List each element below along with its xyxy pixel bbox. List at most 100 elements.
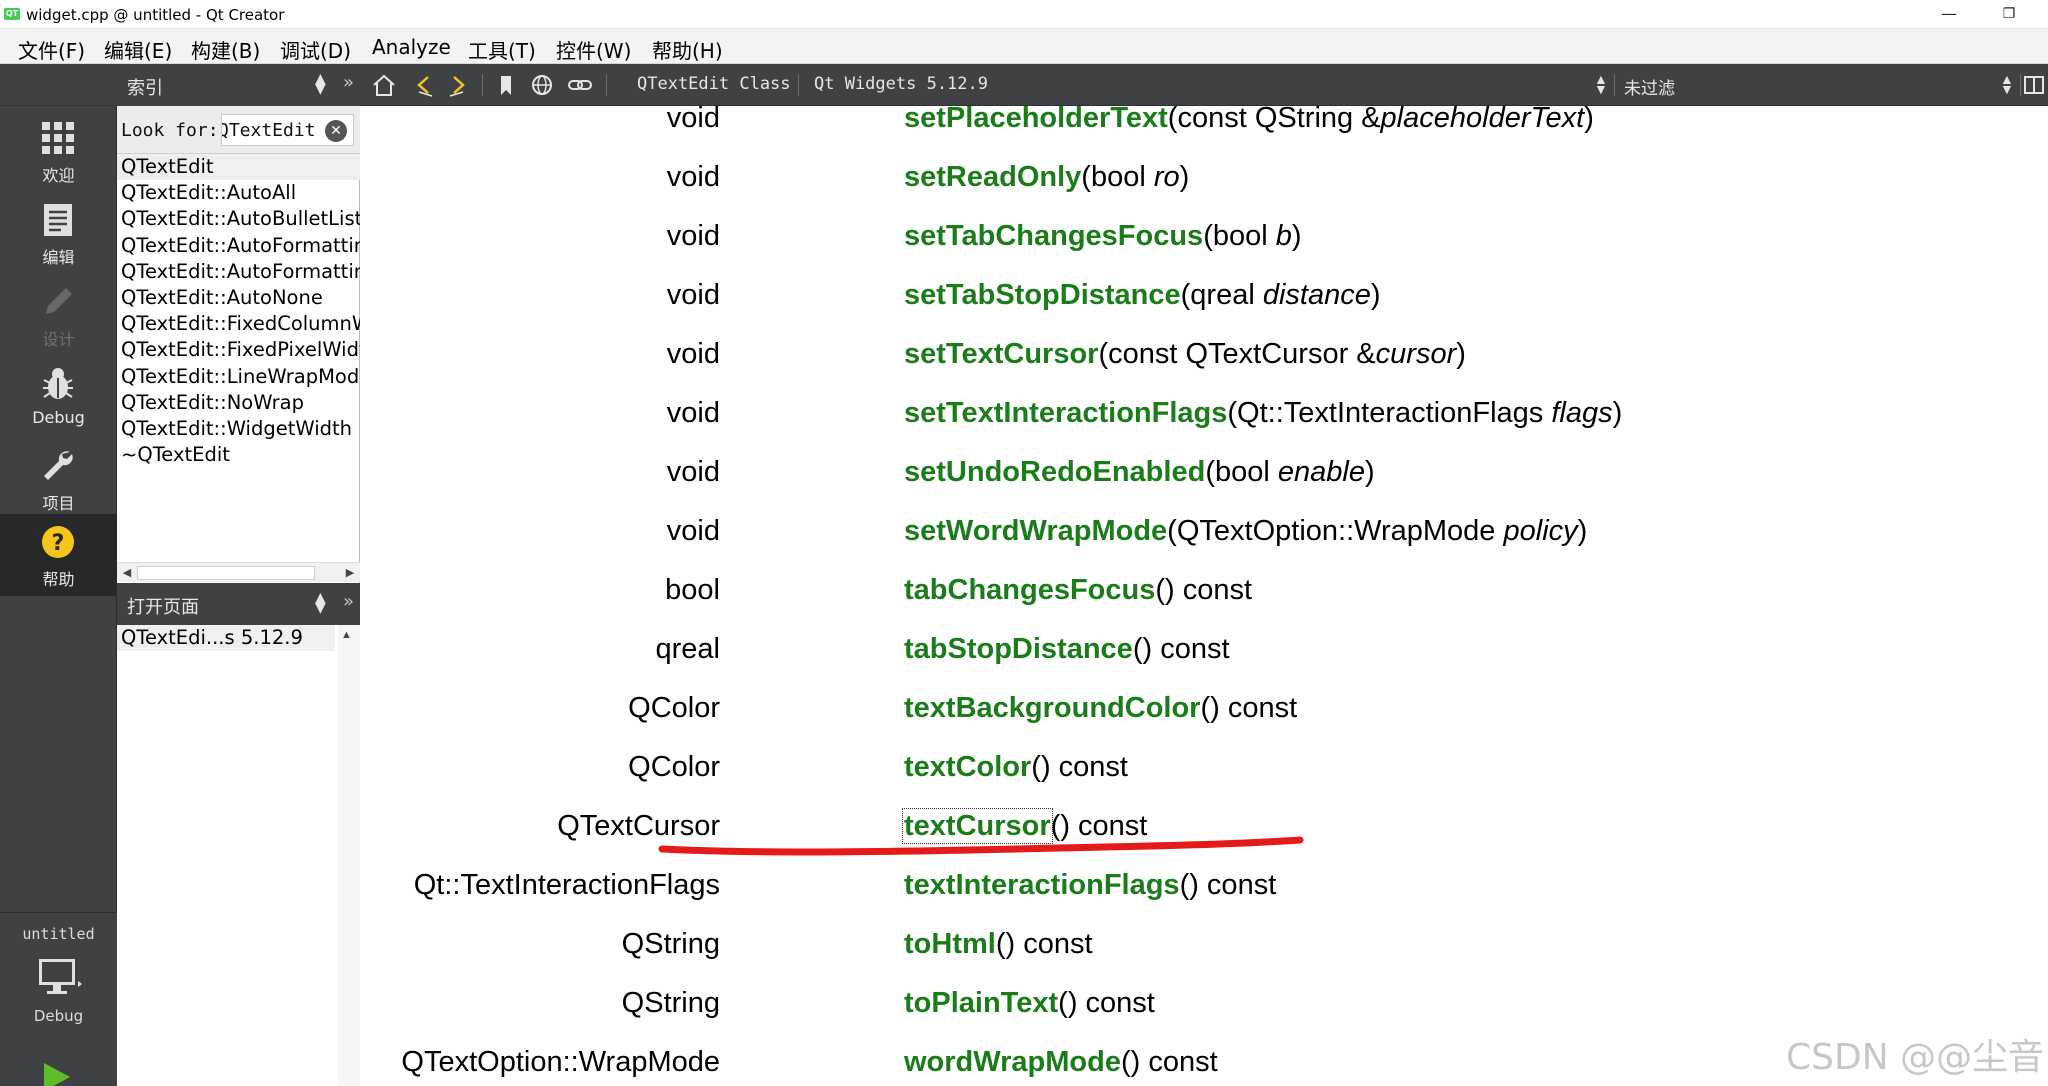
index-list-item[interactable]: QTextEdit::LineWrapMode bbox=[117, 364, 360, 390]
open-pages-title: 打开页面 bbox=[127, 597, 199, 618]
function-link[interactable]: textBackgroundColor bbox=[904, 692, 1200, 724]
function-link[interactable]: setTabStopDistance bbox=[904, 279, 1181, 311]
function-link[interactable]: setPlaceholderText bbox=[904, 106, 1168, 134]
function-link[interactable]: setTextInteractionFlags bbox=[904, 397, 1227, 429]
index-list-item[interactable]: QTextEdit::NoWrap bbox=[117, 390, 360, 416]
signature-close: ) bbox=[1577, 515, 1588, 547]
mode-projects[interactable]: 项目 bbox=[0, 438, 117, 520]
function-link[interactable]: textCursor bbox=[902, 808, 1053, 844]
panel-switch-icon[interactable]: ▲ ▼ bbox=[315, 72, 326, 96]
open-pages-scrollbar[interactable]: ▲ bbox=[338, 625, 360, 1086]
function-link[interactable]: textInteractionFlags bbox=[904, 869, 1180, 901]
index-search-box[interactable]: ✕ bbox=[221, 114, 354, 146]
index-horizontal-scrollbar[interactable]: ◀ ▶ bbox=[117, 562, 360, 582]
mode-debug[interactable]: Debug bbox=[0, 356, 117, 438]
menu-controls[interactable]: 控件(W) bbox=[556, 35, 631, 64]
filter-combo[interactable]: 未过滤 bbox=[1624, 74, 1675, 99]
function-link[interactable]: setReadOnly bbox=[904, 161, 1081, 193]
menu-edit[interactable]: 编辑(E) bbox=[104, 35, 172, 64]
index-list-item[interactable]: QTextEdit bbox=[117, 154, 360, 181]
member-function-row: QTextCursor textCursor() const bbox=[361, 808, 2048, 850]
index-list-item[interactable]: ~QTextEdit bbox=[117, 442, 360, 468]
project-name: untitled bbox=[22, 925, 95, 943]
title-bar: QT widget.cpp @ untitled - Qt Creator — … bbox=[0, 0, 2048, 29]
function-link[interactable]: toHtml bbox=[904, 928, 996, 960]
member-function-row: void setTextInteractionFlags(Qt::TextInte… bbox=[361, 397, 2048, 437]
function-link[interactable]: tabStopDistance bbox=[904, 633, 1133, 665]
menu-analyze[interactable]: Analyze bbox=[372, 35, 451, 59]
function-link[interactable]: setWordWrapMode bbox=[904, 515, 1167, 547]
member-function-row: qreal tabStopDistance() const bbox=[361, 633, 2048, 673]
index-list-item[interactable]: QTextEdit::WidgetWidth bbox=[117, 416, 360, 442]
panel-switch-icon[interactable]: ▲ ▼ bbox=[315, 591, 326, 615]
kit-selector[interactable]: untitled Debug bbox=[0, 912, 117, 1086]
open-pages-list: QTextEdi...s 5.12.9 ▲ bbox=[117, 625, 360, 1086]
function-signature: setTabChangesFocus(bool b) bbox=[904, 220, 1302, 253]
return-type: void bbox=[666, 161, 720, 193]
split-chevron-icon[interactable]: » bbox=[343, 72, 354, 93]
return-type: bool bbox=[665, 574, 720, 606]
index-list-item[interactable]: QTextEdit::AutoFormattin bbox=[117, 233, 360, 259]
menu-file[interactable]: 文件(F) bbox=[18, 35, 85, 64]
signature-args: (QTextOption::WrapMode bbox=[1167, 515, 1504, 547]
bookmark-icon[interactable] bbox=[492, 72, 520, 98]
function-signature: toPlainText() const bbox=[904, 987, 1155, 1020]
parameter-name: ro bbox=[1153, 161, 1180, 193]
signature-close: ) bbox=[1456, 338, 1466, 370]
function-signature: tabStopDistance() const bbox=[904, 633, 1230, 666]
help-icon: ? bbox=[42, 526, 74, 558]
index-list-item[interactable]: QTextEdit::FixedPixelWidt bbox=[117, 337, 360, 363]
function-signature: setTabStopDistance(qreal distance) bbox=[904, 279, 1381, 312]
menu-help[interactable]: 帮助(H) bbox=[652, 35, 723, 64]
mode-edit[interactable]: 编辑 bbox=[0, 192, 117, 274]
page-combo[interactable]: QTextEdit Class bbox=[637, 74, 791, 94]
function-link[interactable]: setTextCursor bbox=[904, 338, 1098, 370]
function-link[interactable]: tabChangesFocus bbox=[904, 574, 1155, 606]
index-list-item[interactable]: QTextEdit::AutoNone bbox=[117, 285, 360, 311]
menu-build[interactable]: 构建(B) bbox=[191, 35, 260, 64]
mode-welcome[interactable]: 欢迎 bbox=[0, 110, 117, 192]
home-icon[interactable] bbox=[370, 72, 398, 98]
scroll-right-icon[interactable]: ▶ bbox=[341, 565, 359, 581]
index-search-input[interactable] bbox=[222, 118, 330, 142]
function-link[interactable]: setTabChangesFocus bbox=[904, 220, 1203, 252]
open-page-item[interactable]: QTextEdi...s 5.12.9 bbox=[117, 625, 335, 651]
function-signature: textInteractionFlags() const bbox=[904, 869, 1276, 902]
mode-design[interactable]: 设计 bbox=[0, 274, 117, 356]
run-icon[interactable] bbox=[40, 1061, 74, 1086]
return-type: void bbox=[666, 279, 720, 311]
filter-combo-arrows-icon[interactable]: ▲ ▼ bbox=[2000, 72, 2014, 96]
split-chevron-icon[interactable]: » bbox=[343, 591, 354, 612]
signature-args: (Qt::TextInteractionFlags bbox=[1227, 397, 1552, 429]
index-list-item[interactable]: QTextEdit::AutoFormattin bbox=[117, 259, 360, 285]
doc-combo-arrows-icon[interactable]: ▲ ▼ bbox=[1594, 72, 1608, 96]
qt-logo-icon: QT bbox=[4, 8, 20, 20]
function-link[interactable]: setUndoRedoEnabled bbox=[904, 456, 1205, 488]
function-link[interactable]: toPlainText bbox=[904, 987, 1058, 1019]
mode-help[interactable]: ? 帮助 bbox=[0, 514, 117, 596]
menu-tools[interactable]: 工具(T) bbox=[468, 35, 536, 64]
documentation-combo[interactable]: Qt Widgets 5.12.9 bbox=[814, 74, 988, 94]
minimize-button[interactable]: — bbox=[1926, 0, 1972, 29]
split-view-icon[interactable] bbox=[2022, 72, 2046, 98]
signature-args: () const bbox=[1120, 1046, 1218, 1078]
restore-button[interactable]: ❐ bbox=[1986, 0, 2032, 29]
function-link[interactable]: wordWrapMode bbox=[904, 1046, 1121, 1078]
menu-debug[interactable]: 调试(D) bbox=[280, 35, 351, 64]
function-link[interactable]: textColor bbox=[904, 751, 1031, 783]
scroll-up-icon[interactable]: ▲ bbox=[341, 629, 352, 641]
signature-args: () const bbox=[1050, 810, 1148, 842]
clear-search-icon[interactable]: ✕ bbox=[325, 120, 347, 142]
index-list-item[interactable]: QTextEdit::FixedColumnW bbox=[117, 311, 360, 337]
signature-args: (bool bbox=[1205, 456, 1278, 488]
link-icon[interactable] bbox=[566, 72, 594, 98]
back-icon[interactable] bbox=[410, 72, 438, 98]
forward-icon[interactable] bbox=[444, 72, 472, 98]
scroll-thumb[interactable] bbox=[137, 566, 315, 580]
scroll-left-icon[interactable]: ◀ bbox=[118, 565, 136, 581]
member-function-row: void setTextCursor(const QTextCursor &cur… bbox=[361, 338, 2048, 378]
index-list-item[interactable]: QTextEdit::AutoAll bbox=[117, 180, 360, 206]
index-panel-title: 索引 bbox=[127, 78, 163, 99]
globe-icon[interactable] bbox=[528, 72, 556, 98]
index-list-item[interactable]: QTextEdit::AutoBulletList bbox=[117, 206, 360, 232]
